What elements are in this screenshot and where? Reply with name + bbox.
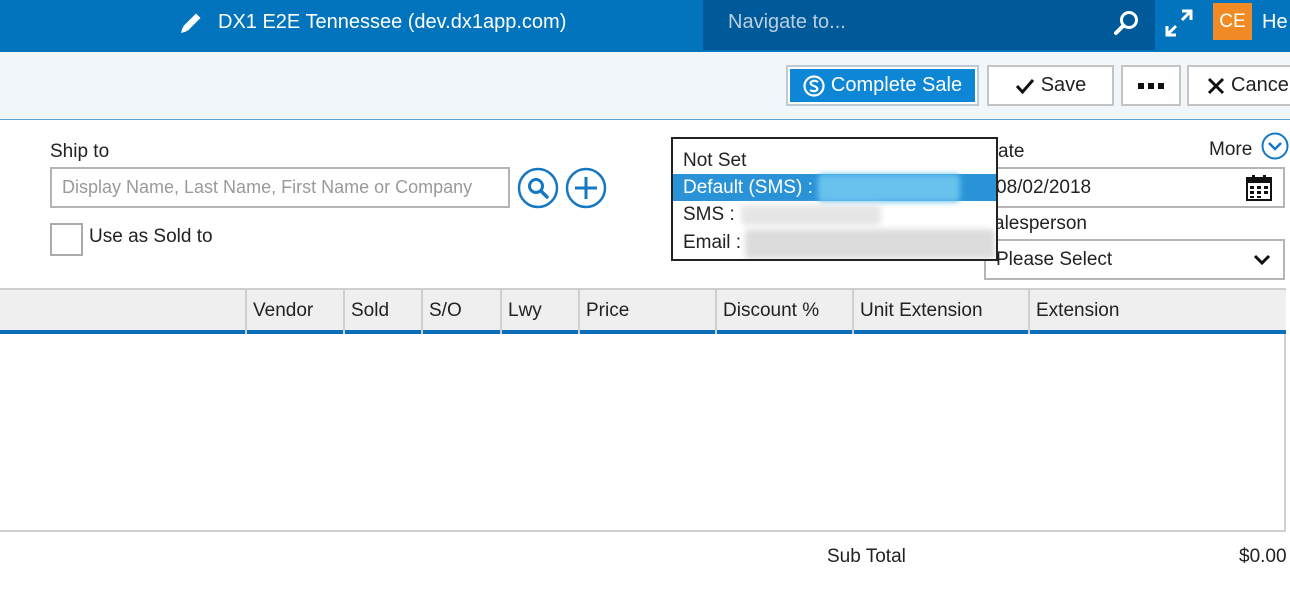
column-header-discount[interactable]: Discount % bbox=[715, 290, 852, 334]
column-header-price[interactable]: Price bbox=[578, 290, 715, 334]
dropdown-option-label: Email : bbox=[683, 232, 742, 253]
calendar-icon[interactable] bbox=[1245, 174, 1273, 202]
redacted-value bbox=[741, 205, 881, 225]
line-items-table-header: Vendor Sold S/O Lwy Price Discount % Uni… bbox=[0, 288, 1286, 334]
avatar[interactable]: CE bbox=[1213, 3, 1252, 40]
use-as-sold-to-label: Use as Sold to bbox=[89, 226, 213, 247]
column-header-lwy[interactable]: Lwy bbox=[500, 290, 578, 334]
subtotal-label: Sub Total bbox=[827, 546, 906, 567]
dollar-circle-icon bbox=[803, 74, 825, 97]
check-icon bbox=[1015, 78, 1034, 94]
column-header-so[interactable]: S/O bbox=[421, 290, 500, 334]
app-title[interactable]: DX1 E2E Tennessee (dev.dx1app.com) bbox=[218, 11, 566, 34]
dropdown-option-label: Default (SMS) : bbox=[683, 177, 813, 198]
date-value: 08/02/2018 bbox=[996, 177, 1092, 198]
top-bar: DX1 E2E Tennessee (dev.dx1app.com) Navig… bbox=[0, 0, 1290, 52]
save-label: Save bbox=[1040, 74, 1087, 96]
salesperson-value: Please Select bbox=[996, 249, 1113, 270]
column-header-unit-extension[interactable]: Unit Extension bbox=[852, 290, 1028, 334]
navigate-input[interactable]: Navigate to... bbox=[728, 11, 846, 34]
save-button[interactable]: Save bbox=[987, 65, 1114, 106]
salesperson-select[interactable]: Please Select bbox=[984, 239, 1285, 280]
more-actions-button[interactable] bbox=[1121, 65, 1181, 106]
navigate-search-box[interactable]: Navigate to... bbox=[703, 0, 1155, 50]
chevron-down-icon bbox=[1253, 254, 1271, 266]
date-field[interactable]: 08/02/2018 bbox=[984, 167, 1285, 208]
complete-sale-button[interactable]: Complete Sale bbox=[786, 65, 979, 106]
column-header-extension[interactable]: Extension bbox=[1028, 290, 1284, 334]
column-header-vendor[interactable]: Vendor bbox=[245, 290, 343, 334]
more-label[interactable]: More bbox=[1209, 139, 1252, 161]
toolbar: Complete Sale Save Cance bbox=[0, 52, 1290, 120]
redacted-value bbox=[818, 174, 960, 202]
dropdown-option-label: Not Set bbox=[683, 150, 747, 171]
ship-to-label: Ship to bbox=[50, 141, 110, 162]
notification-dropdown[interactable]: Not Set Default (SMS) : SMS : Email : bbox=[671, 137, 998, 261]
subtotal-value: $0.00 bbox=[1239, 546, 1287, 567]
cancel-button[interactable]: Cance bbox=[1187, 65, 1290, 106]
redacted-value bbox=[745, 229, 995, 259]
complete-sale-label: Complete Sale bbox=[830, 74, 963, 96]
expand-icon[interactable] bbox=[1163, 7, 1195, 39]
line-items-table-body bbox=[0, 334, 1286, 532]
dropdown-option-label: SMS : bbox=[683, 204, 735, 225]
salesperson-label: alesperson bbox=[994, 213, 1087, 234]
close-icon bbox=[1207, 77, 1225, 94]
dropdown-option-not-set[interactable]: Not Set bbox=[673, 147, 996, 174]
ellipsis-icon bbox=[1138, 82, 1164, 89]
date-label: ate bbox=[998, 141, 1025, 162]
use-as-sold-to-checkbox[interactable] bbox=[50, 223, 83, 256]
user-name[interactable]: He bbox=[1262, 11, 1288, 34]
pencil-icon[interactable] bbox=[178, 10, 204, 36]
add-customer-icon[interactable] bbox=[565, 167, 607, 209]
column-header-sold[interactable]: Sold bbox=[343, 290, 421, 334]
ship-to-input[interactable] bbox=[50, 167, 510, 208]
search-customer-icon[interactable] bbox=[517, 167, 559, 209]
chevron-down-circle-icon[interactable] bbox=[1261, 132, 1289, 160]
cancel-label: Cance bbox=[1231, 74, 1289, 96]
search-icon[interactable] bbox=[1113, 9, 1141, 37]
